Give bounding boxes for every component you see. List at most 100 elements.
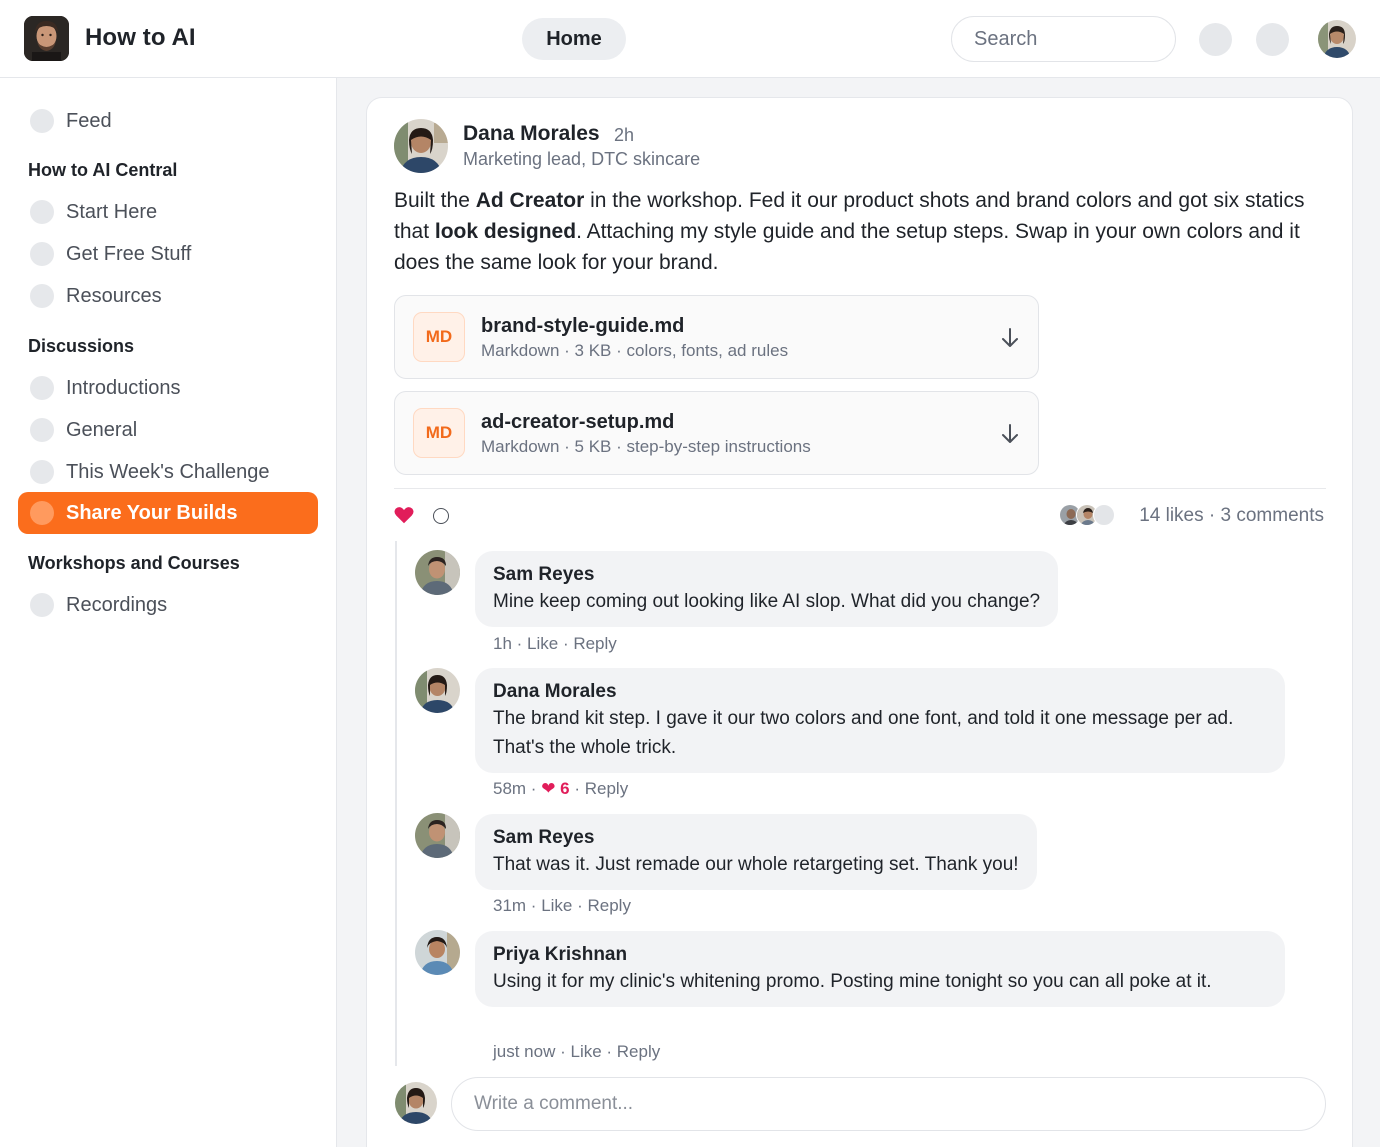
sidebar-item-label: Introductions (66, 377, 181, 399)
post-text: Built the (394, 189, 476, 212)
sidebar-section-heading: Workshops and Courses (28, 553, 240, 573)
home-tab[interactable]: Home (522, 18, 626, 60)
start-here-icon (30, 200, 54, 224)
reply-link[interactable]: Reply (573, 634, 616, 653)
sidebar-item-label: Resources (66, 285, 162, 307)
sidebar-item-general[interactable]: General (18, 409, 318, 451)
sidebar-item-label: Start Here (66, 201, 158, 223)
liker-avatar (1093, 504, 1115, 526)
sidebar-item-feed[interactable]: Feed (18, 100, 318, 142)
sidebar-item-share-your-builds[interactable]: Share Your Builds (18, 492, 318, 534)
challenge-icon (30, 460, 54, 484)
sidebar-section-heading: Discussions (28, 336, 135, 356)
resources-icon (30, 284, 54, 308)
sidebar-item-weekly-challenge[interactable]: This Week's Challenge (18, 451, 318, 493)
markdown-file-icon: MD (413, 312, 465, 362)
heart-count: 6 (560, 779, 570, 798)
like-link[interactable]: Like (570, 1042, 601, 1061)
post-timestamp: 2h (614, 125, 635, 145)
post-card: Dana Morales 2h Marketing lead, DTC skin… (366, 97, 1353, 1147)
sidebar-item-label: Recordings (66, 594, 168, 616)
sidebar-item-start-here[interactable]: Start Here (18, 191, 318, 233)
attachment-filename: ad-creator-setup.md (481, 411, 675, 433)
download-arrow-icon[interactable] (1000, 326, 1020, 350)
sidebar-item-introductions[interactable]: Introductions (18, 367, 318, 409)
notifications-icon[interactable] (1199, 23, 1232, 56)
markdown-file-icon: MD (413, 408, 465, 458)
post-stats[interactable]: 14 likes · 3 comments (1139, 505, 1324, 527)
comment-text: Using it for my clinic's whitening promo… (493, 971, 1212, 992)
commenter-avatar[interactable] (415, 668, 460, 713)
comment-time: 31m (493, 896, 527, 915)
top-bar: How to AI Home (0, 0, 1380, 78)
comment-circle-icon[interactable] (433, 508, 449, 524)
comment-bubble: Dana Morales The brand kit step. I gave … (475, 668, 1285, 773)
author-avatar[interactable] (394, 119, 448, 173)
sidebar-item-resources[interactable]: Resources (18, 275, 318, 317)
comment-meta: just now · Like · Reply (493, 1042, 661, 1061)
current-user-avatar (395, 1082, 437, 1124)
introductions-icon (30, 376, 54, 400)
messages-icon[interactable] (1256, 23, 1289, 56)
sidebar-item-label: This Week's Challenge (66, 461, 270, 483)
sidebar-item-label: General (66, 419, 138, 441)
user-avatar[interactable] (1318, 20, 1356, 58)
reply-link[interactable]: Reply (617, 1042, 660, 1061)
search-input[interactable] (951, 16, 1176, 62)
comment-text: The brand kit step. I gave it our two co… (493, 708, 1234, 758)
reply-link[interactable]: Reply (587, 896, 630, 915)
download-arrow-icon[interactable] (1000, 422, 1020, 446)
post-author-role: Marketing lead, DTC skincare (463, 149, 701, 169)
reply-link[interactable]: Reply (585, 779, 628, 798)
sidebar-item-label: Feed (66, 110, 112, 132)
recordings-icon (30, 593, 54, 617)
comment-time: 1h (493, 634, 512, 653)
sidebar-item-recordings[interactable]: Recordings (18, 584, 318, 626)
post-author-name[interactable]: Dana Morales (463, 122, 600, 146)
comment-meta: 1h · Like · Reply (493, 634, 617, 653)
commenter-avatar[interactable] (415, 813, 460, 858)
comment-time: just now (493, 1042, 556, 1061)
commenter-avatar[interactable] (415, 550, 460, 595)
comment-meta: 31m · Like · Reply (493, 896, 631, 915)
attachment-ad-creator-setup[interactable]: MD ad-creator-setup.md Markdown · 5 KB ·… (394, 391, 1039, 475)
like-link[interactable]: Like (527, 634, 558, 653)
sidebar-section-heading: How to AI Central (28, 160, 178, 180)
comment-input[interactable] (451, 1077, 1326, 1131)
like-link[interactable]: Like (541, 896, 572, 915)
sidebar-item-label: Get Free Stuff (66, 243, 192, 265)
sidebar-item-label: Share Your Builds (66, 502, 238, 524)
commenter-name[interactable]: Sam Reyes (493, 826, 1019, 850)
commenter-name[interactable]: Sam Reyes (493, 563, 1040, 587)
app-title: How to AI (85, 24, 196, 51)
general-icon (30, 418, 54, 442)
comment-bubble: Sam Reyes Mine keep coming out looking l… (475, 551, 1059, 627)
feed-icon (30, 109, 54, 133)
attachment-meta: Markdown · 5 KB · step-by-step instructi… (481, 437, 811, 456)
comment-text: That was it. Just remade our whole retar… (493, 854, 1019, 875)
community-logo[interactable] (24, 16, 69, 61)
comment-meta: 58m · ❤ 6 · Reply (493, 779, 629, 798)
heart-icon: ❤ (541, 779, 556, 798)
heart-icon[interactable] (393, 504, 415, 526)
commenter-avatar[interactable] (415, 930, 460, 975)
comment-time: 58m (493, 779, 527, 798)
attachment-meta: Markdown · 3 KB · colors, fonts, ad rule… (481, 341, 789, 360)
post-body: Built the Ad Creator in the workshop. Fe… (394, 185, 1324, 278)
post-text-bold: Ad Creator (475, 189, 585, 212)
sidebar: Feed How to AI Central Start Here Get Fr… (0, 78, 337, 1147)
comment-bubble: Sam Reyes That was it. Just remade our w… (475, 814, 1037, 890)
thread-line (395, 541, 397, 1066)
share-builds-icon (30, 501, 54, 525)
comment-heart-count[interactable]: ❤ 6 (541, 779, 569, 798)
post-text-bold: look designed (434, 220, 577, 243)
commenter-name[interactable]: Dana Morales (493, 680, 1267, 704)
divider (394, 488, 1326, 489)
commenter-name[interactable]: Priya Krishnan (493, 943, 1267, 967)
comment-bubble: Priya Krishnan Using it for my clinic's … (475, 931, 1285, 1007)
get-free-stuff-icon (30, 242, 54, 266)
attachment-filename: brand-style-guide.md (481, 315, 685, 337)
comment-text: Mine keep coming out looking like AI slo… (493, 591, 1041, 612)
attachment-brand-style-guide[interactable]: MD brand-style-guide.md Markdown · 3 KB … (394, 295, 1039, 379)
sidebar-item-get-free-stuff[interactable]: Get Free Stuff (18, 233, 318, 275)
